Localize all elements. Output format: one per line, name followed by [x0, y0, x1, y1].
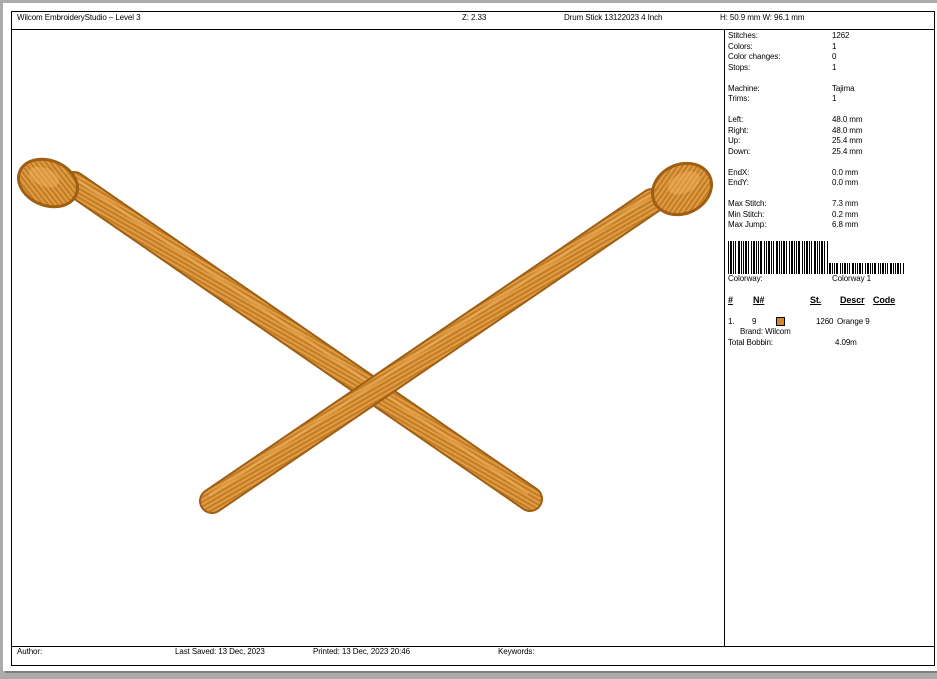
stat-value: 1262	[832, 31, 850, 40]
print-preview-sheet: Wilcom EmbroideryStudio – Level 3 Z: 2.3…	[3, 3, 937, 671]
panel-divider	[724, 29, 725, 646]
stat-label: Stops:	[728, 62, 751, 72]
footer-last-saved: Last Saved: 13 Dec, 2023	[175, 647, 265, 656]
stat-value: 1	[832, 41, 837, 51]
col-header-number: #	[728, 295, 733, 305]
stat-label: Left:	[728, 115, 744, 124]
design-canvas	[16, 157, 714, 514]
color-row-description: Orange 9	[837, 317, 870, 326]
stat-value: 0.2 mm	[832, 209, 859, 219]
color-row-number: 1.	[728, 317, 735, 326]
design-name: Drum Stick 13122023 4 Inch	[564, 13, 663, 22]
stat-value: 0.0 mm	[832, 167, 859, 177]
col-header-needle: N#	[753, 295, 765, 305]
header-divider	[11, 29, 935, 30]
footer-keywords: Keywords:	[498, 647, 535, 656]
col-header-description: Descr	[840, 295, 865, 305]
stat-label: Up:	[728, 136, 741, 145]
stat-label: EndX:	[728, 167, 750, 177]
stat-label: Down:	[728, 146, 751, 156]
stat-label: Right:	[728, 125, 749, 135]
stat-label: Max Jump:	[728, 220, 767, 229]
colorway-value: Colorway 1	[832, 274, 872, 283]
color-row-brand: Brand: Wilcom	[740, 327, 791, 336]
footer-author: Author:	[17, 647, 43, 656]
app-title: Wilcom EmbroideryStudio – Level 3	[17, 13, 141, 22]
stat-label: Min Stitch:	[728, 209, 765, 219]
stat-value: 7.3 mm	[832, 199, 859, 208]
stat-value: 6.8 mm	[832, 220, 859, 229]
stat-value: 48.0 mm	[832, 115, 863, 124]
stat-label: Machine:	[728, 83, 760, 93]
thread-color-swatch	[776, 317, 785, 326]
stat-label: Trims:	[728, 94, 750, 103]
stat-value: Tajima	[832, 83, 855, 93]
stat-value: 0.0 mm	[832, 178, 859, 187]
total-bobbin-label: Total Bobbin:	[728, 338, 773, 347]
color-row-needle: 9	[752, 317, 757, 326]
footer-divider	[11, 646, 935, 647]
stat-value: 25.4 mm	[832, 146, 863, 156]
stat-value: 1	[832, 62, 837, 72]
stat-label: Stitches:	[728, 31, 758, 40]
stat-label: EndY:	[728, 178, 749, 187]
stat-value: 1	[832, 94, 837, 103]
stat-value: 0	[832, 52, 837, 61]
stat-value: 48.0 mm	[832, 125, 863, 135]
total-bobbin-value: 4.09m	[835, 338, 857, 347]
col-header-stitches: St.	[810, 295, 822, 305]
stat-label: Colors:	[728, 41, 753, 51]
stat-label: Color changes:	[728, 52, 781, 61]
stat-value: 25.4 mm	[832, 136, 863, 145]
col-header-code: Code	[873, 295, 896, 305]
color-row-stitches: 1260	[816, 317, 834, 326]
barcode	[728, 241, 904, 274]
zoom-level: Z: 2.33	[462, 13, 487, 22]
design-dimensions: H: 50.9 mm W: 96.1 mm	[720, 13, 805, 22]
colorway-label: Colorway:	[728, 274, 763, 283]
footer-printed: Printed: 13 Dec, 2023 20:46	[313, 647, 410, 656]
stat-label: Max Stitch:	[728, 199, 767, 208]
